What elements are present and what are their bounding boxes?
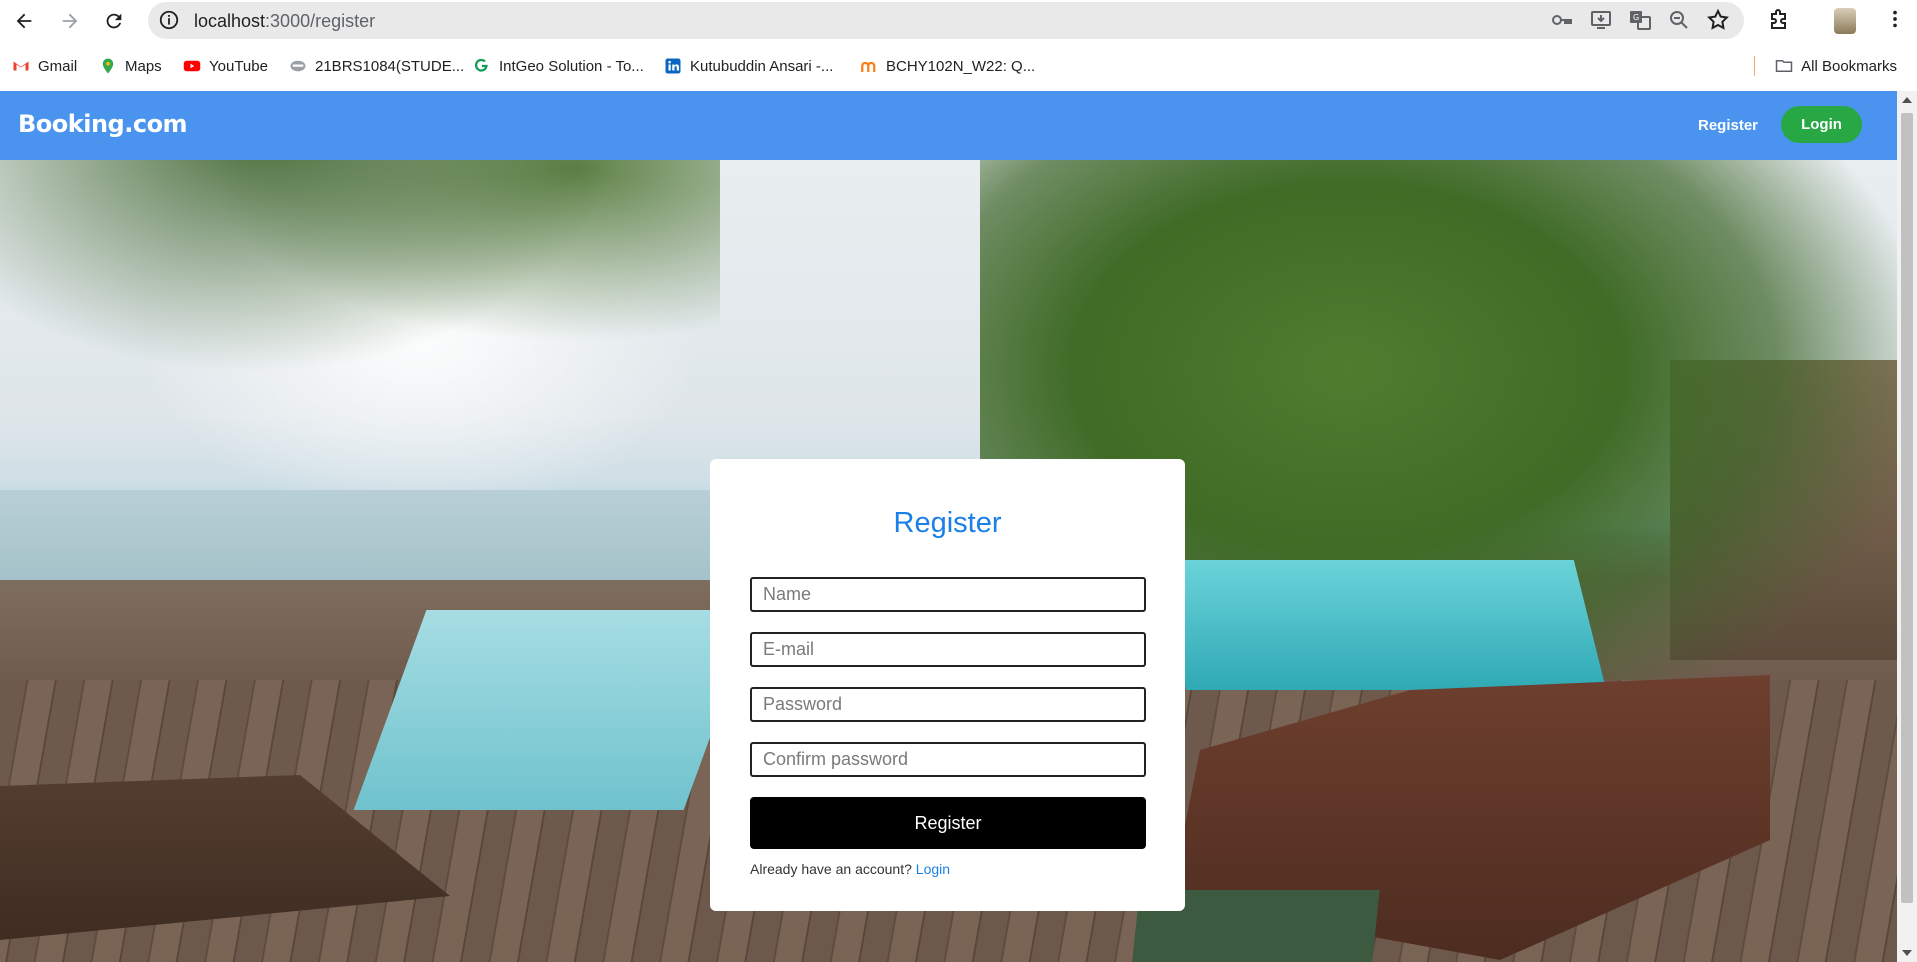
star-bookmark-icon[interactable] <box>1706 8 1730 32</box>
scroll-up-arrow-icon[interactable] <box>1902 97 1912 103</box>
already-account-text: Already have an account? <box>750 861 912 877</box>
bookmark-label: YouTube <box>209 57 268 75</box>
all-bookmarks-button[interactable]: All Bookmarks <box>1767 51 1905 81</box>
zoom-icon[interactable] <box>1667 8 1691 32</box>
arrow-right-icon <box>62 13 78 29</box>
register-submit-button[interactable]: Register <box>750 797 1146 849</box>
folder-icon <box>1775 60 1793 72</box>
app-navbar: Booking.com Register Login <box>0 91 1897 160</box>
bookmark-label: 21BRS1084(STUDE... <box>315 57 465 75</box>
bookmark-label: Maps <box>125 57 162 75</box>
sea <box>0 490 720 580</box>
bookmarks-divider <box>1754 56 1755 76</box>
bookmark-maps[interactable]: Maps <box>91 51 170 81</box>
name-input[interactable] <box>750 577 1146 612</box>
youtube-icon <box>183 60 201 72</box>
register-card: Register Register Already have an accoun… <box>710 459 1185 911</box>
portal-icon <box>290 60 306 72</box>
maps-icon <box>102 58 114 74</box>
svg-text:G: G <box>1633 13 1639 22</box>
bookmark-linkedin[interactable]: Kutubuddin Ansari -... <box>656 51 841 81</box>
bookmark-youtube[interactable]: YouTube <box>175 51 276 81</box>
bookmark-label: Kutubuddin Ansari -... <box>690 57 834 75</box>
puzzle-icon <box>1771 9 1786 29</box>
tree-canopy-left <box>0 160 720 440</box>
kebab-menu-icon <box>1893 10 1897 28</box>
password-key-icon[interactable] <box>1550 8 1574 32</box>
site-info-icon[interactable] <box>158 9 180 31</box>
intgeo-icon <box>474 58 488 72</box>
bookmark-moodle[interactable]: BCHY102N_W22: Q... <box>852 51 1043 81</box>
browser-menu-button[interactable] <box>1884 8 1906 30</box>
login-link[interactable]: Login <box>916 861 950 877</box>
password-input[interactable] <box>750 687 1146 722</box>
arrow-left-icon <box>16 13 32 29</box>
address-bar[interactable]: localhost:3000/register G <box>148 2 1744 39</box>
translate-icon[interactable]: G <box>1628 8 1652 32</box>
nav-register-link[interactable]: Register <box>1698 117 1758 134</box>
resort-pool <box>1153 560 1607 690</box>
bookmark-intgeo[interactable]: IntGeo Solution - To... <box>465 51 652 81</box>
gmail-icon <box>13 61 29 71</box>
back-button[interactable] <box>4 1 44 41</box>
avatar <box>1834 8 1856 34</box>
forward-button[interactable] <box>50 1 90 41</box>
page-viewport: Booking.com Register Login Register Regi… <box>0 91 1897 962</box>
bookmark-label: IntGeo Solution - To... <box>499 57 644 75</box>
install-app-icon[interactable] <box>1589 8 1613 32</box>
bookmark-label: Gmail <box>38 57 78 75</box>
register-title: Register <box>893 507 1002 539</box>
bookmark-student-portal[interactable]: 21BRS1084(STUDE... <box>281 51 472 81</box>
email-input[interactable] <box>750 632 1146 667</box>
moodle-icon <box>861 61 876 72</box>
browser-toolbar: localhost:3000/register G <box>0 0 1917 42</box>
confirm-password-input[interactable] <box>750 742 1146 777</box>
bookmark-label: BCHY102N_W22: Q... <box>886 57 1036 75</box>
url-text: localhost:3000/register <box>194 11 376 31</box>
profile-avatar[interactable] <box>1834 8 1856 34</box>
linkedin-icon <box>665 58 681 74</box>
extensions-button[interactable] <box>1767 8 1791 32</box>
page-scrollbar[interactable] <box>1897 91 1917 962</box>
nav-login-button[interactable]: Login <box>1781 106 1862 143</box>
scroll-down-arrow-icon[interactable] <box>1902 950 1912 956</box>
reload-icon <box>106 13 122 29</box>
login-prompt: Already have an account? Login <box>750 861 950 877</box>
reload-button[interactable] <box>94 1 134 41</box>
all-bookmarks-label: All Bookmarks <box>1801 57 1897 75</box>
scroll-thumb[interactable] <box>1901 113 1913 903</box>
bookmarks-bar: Gmail Maps YouTube 21BRS1084(STUDE... In… <box>0 47 1917 85</box>
bookmark-gmail[interactable]: Gmail <box>4 51 85 81</box>
brand-logo[interactable]: Booking.com <box>18 110 188 138</box>
